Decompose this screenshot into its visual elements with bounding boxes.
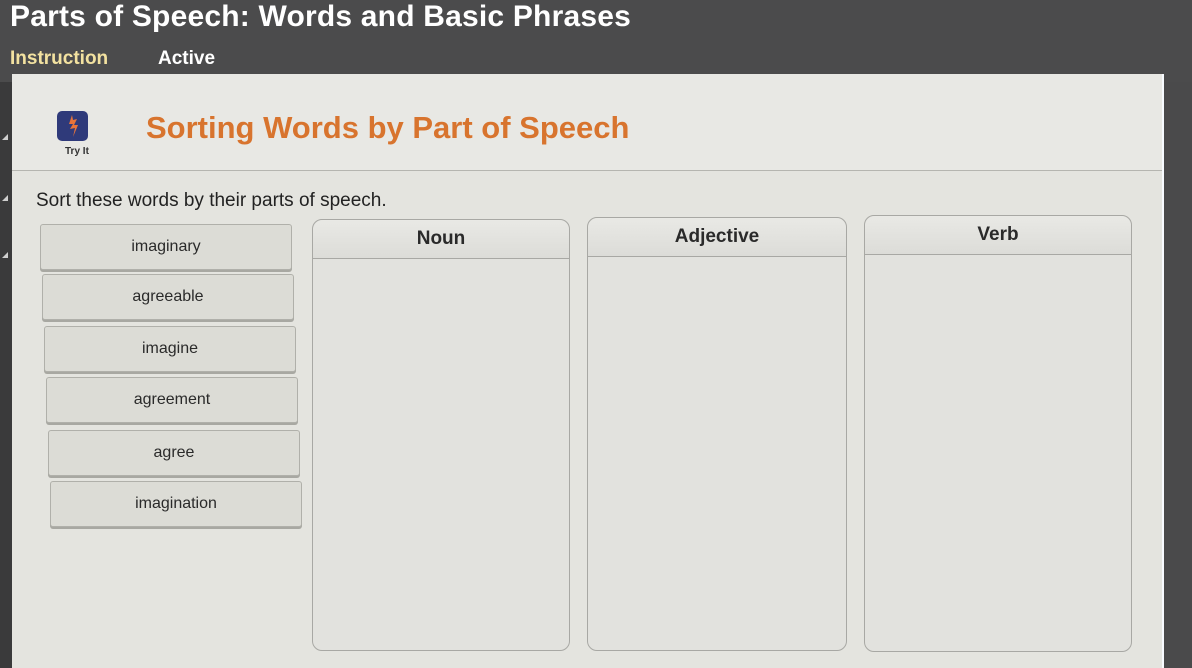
bin-adjective-header: Adjective: [588, 218, 846, 257]
corner-marker-icon: [2, 195, 8, 201]
activity-header: Try It Sorting Words by Part of Speech: [12, 74, 1162, 171]
word-tile[interactable]: imaginary: [40, 224, 292, 270]
word-tile[interactable]: imagine: [44, 326, 296, 372]
left-edge-strip: [0, 82, 12, 668]
activity-panel: Try It Sorting Words by Part of Speech S…: [12, 74, 1164, 668]
word-tile[interactable]: agreeable: [42, 274, 294, 320]
instruction-text: Sort these words by their parts of speec…: [36, 190, 387, 211]
activity-title: Sorting Words by Part of Speech: [146, 110, 630, 145]
bin-adjective[interactable]: Adjective: [587, 217, 847, 651]
lightning-bolt-icon: [57, 111, 88, 141]
top-bar: Parts of Speech: Words and Basic Phrases…: [0, 0, 1192, 82]
word-tile[interactable]: agreement: [46, 377, 298, 423]
try-it-label: Try It: [65, 146, 89, 157]
word-tile[interactable]: imagination: [50, 481, 302, 527]
tab-instruction[interactable]: Instruction: [10, 48, 108, 70]
bin-verb-dropzone[interactable]: [865, 255, 1131, 651]
word-tile[interactable]: agree: [48, 430, 300, 476]
lesson-title: Parts of Speech: Words and Basic Phrases: [10, 0, 631, 33]
bin-verb[interactable]: Verb: [864, 215, 1132, 652]
bin-verb-header: Verb: [865, 216, 1131, 255]
corner-marker-icon: [2, 252, 8, 258]
bin-adjective-dropzone[interactable]: [588, 257, 846, 650]
bin-noun-dropzone[interactable]: [313, 259, 569, 650]
bin-noun[interactable]: Noun: [312, 219, 570, 651]
tab-active[interactable]: Active: [158, 48, 215, 70]
corner-marker-icon: [2, 134, 8, 140]
bin-noun-header: Noun: [313, 220, 569, 259]
